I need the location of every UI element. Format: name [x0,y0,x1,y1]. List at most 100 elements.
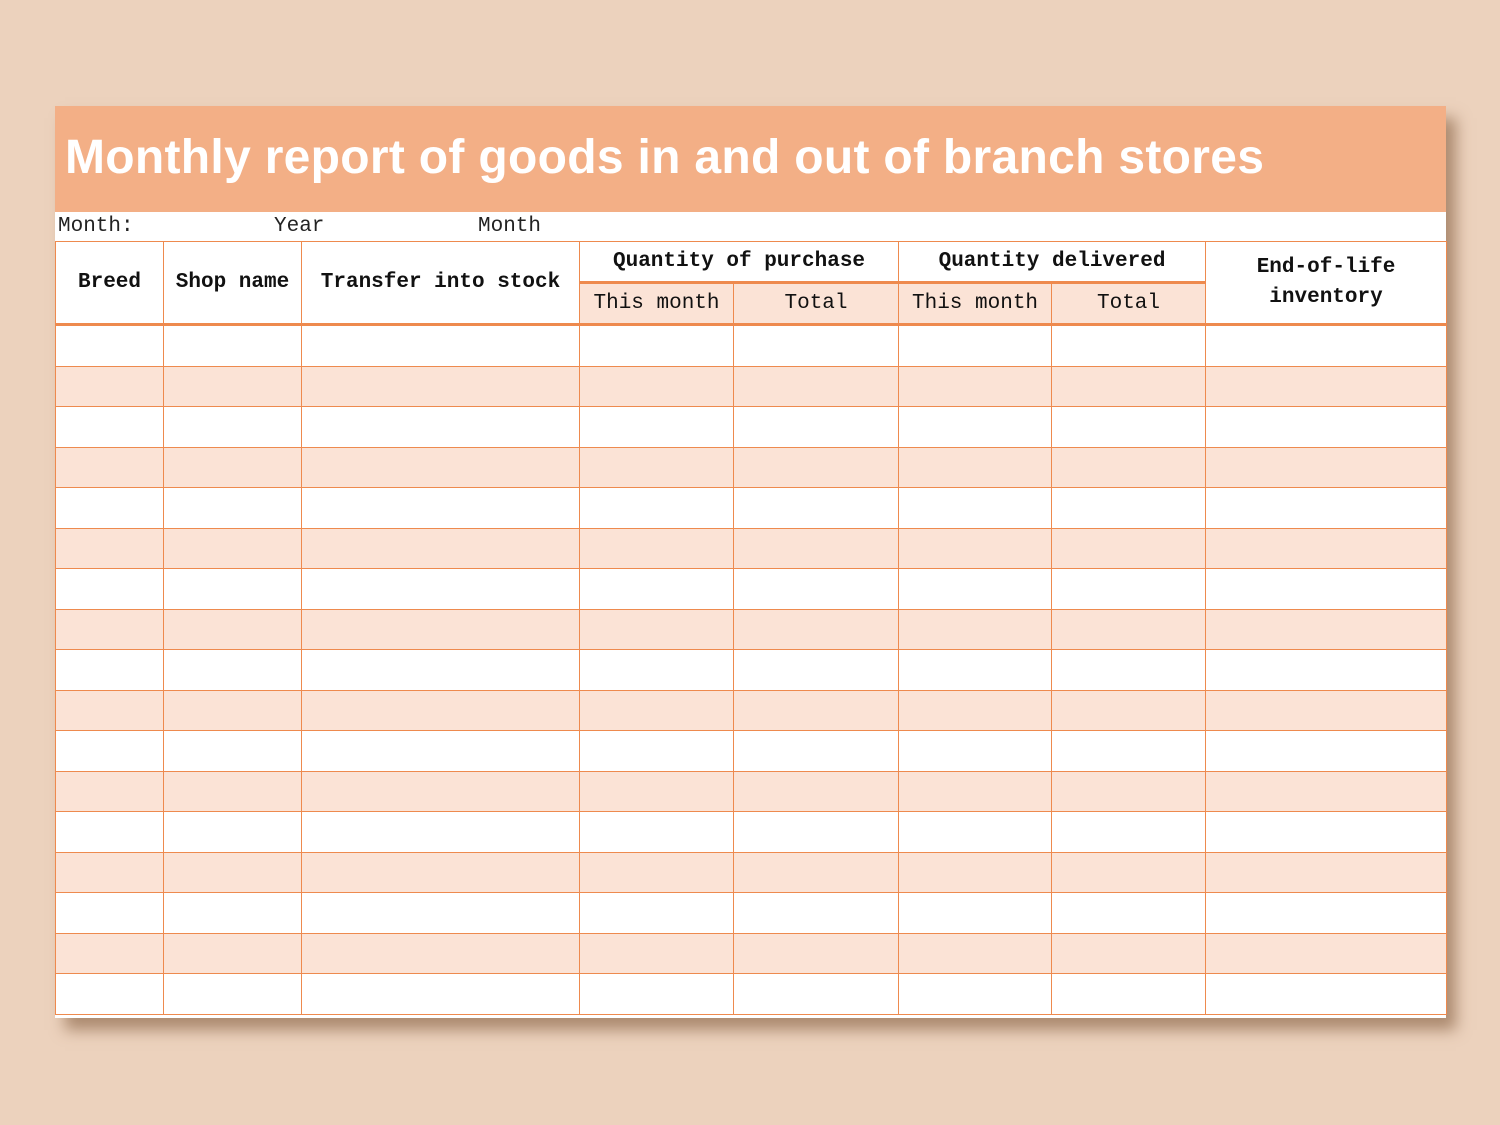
table-cell[interactable] [898,365,1053,407]
table-cell[interactable] [732,649,900,691]
table-cell[interactable] [163,446,302,488]
table-cell[interactable] [898,892,1053,934]
table-cell[interactable] [301,608,580,650]
table-cell[interactable] [301,892,580,934]
table-cell[interactable] [301,365,580,407]
year-field[interactable]: Year [274,215,324,238]
table-cell[interactable] [732,365,900,407]
table-cell[interactable] [1205,730,1448,772]
table-cell[interactable] [1051,527,1207,569]
table-cell[interactable] [579,446,734,488]
table-cell[interactable] [1205,932,1448,974]
table-cell[interactable] [1205,487,1448,529]
table-cell[interactable] [1205,446,1448,488]
table-cell[interactable] [1051,406,1207,448]
table-cell[interactable] [898,932,1053,974]
table-cell[interactable] [163,851,302,893]
table-cell[interactable] [732,487,900,529]
table-cell[interactable] [732,730,900,772]
table-cell[interactable] [732,932,900,974]
table-cell[interactable] [732,811,900,853]
table-cell[interactable] [301,324,580,367]
table-cell[interactable] [898,811,1053,853]
table-cell[interactable] [1205,973,1448,1015]
table-cell[interactable] [732,406,900,448]
table-cell[interactable] [55,932,164,974]
table-cell[interactable] [1051,811,1207,853]
table-cell[interactable] [1051,851,1207,893]
table-cell[interactable] [898,973,1053,1015]
table-cell[interactable] [579,608,734,650]
table-cell[interactable] [301,689,580,731]
table-cell[interactable] [301,851,580,893]
table-cell[interactable] [301,527,580,569]
table-cell[interactable] [579,730,734,772]
table-cell[interactable] [1051,892,1207,934]
table-cell[interactable] [55,770,164,812]
table-cell[interactable] [163,892,302,934]
table-cell[interactable] [163,568,302,610]
table-cell[interactable] [579,365,734,407]
table-cell[interactable] [55,649,164,691]
table-cell[interactable] [55,568,164,610]
table-cell[interactable] [732,689,900,731]
table-cell[interactable] [732,770,900,812]
table-cell[interactable] [55,487,164,529]
table-cell[interactable] [732,568,900,610]
table-cell[interactable] [301,568,580,610]
table-cell[interactable] [579,487,734,529]
table-cell[interactable] [301,932,580,974]
table-cell[interactable] [1205,406,1448,448]
table-cell[interactable] [732,892,900,934]
table-cell[interactable] [898,487,1053,529]
table-cell[interactable] [1205,770,1448,812]
table-cell[interactable] [1051,324,1207,367]
table-cell[interactable] [301,811,580,853]
table-cell[interactable] [163,811,302,853]
table-cell[interactable] [732,324,900,367]
table-cell[interactable] [579,892,734,934]
table-cell[interactable] [898,324,1053,367]
table-cell[interactable] [732,446,900,488]
table-cell[interactable] [1205,608,1448,650]
table-cell[interactable] [579,689,734,731]
table-cell[interactable] [1205,527,1448,569]
table-cell[interactable] [898,649,1053,691]
table-cell[interactable] [163,689,302,731]
table-cell[interactable] [898,527,1053,569]
table-cell[interactable] [163,406,302,448]
table-cell[interactable] [163,932,302,974]
table-cell[interactable] [163,770,302,812]
table-cell[interactable] [1205,568,1448,610]
table-cell[interactable] [55,446,164,488]
table-cell[interactable] [55,811,164,853]
table-cell[interactable] [898,730,1053,772]
table-cell[interactable] [898,689,1053,731]
table-cell[interactable] [163,649,302,691]
table-cell[interactable] [163,730,302,772]
table-cell[interactable] [579,324,734,367]
table-cell[interactable] [163,608,302,650]
table-cell[interactable] [55,689,164,731]
table-cell[interactable] [55,324,164,367]
table-cell[interactable] [1051,568,1207,610]
table-cell[interactable] [579,406,734,448]
table-cell[interactable] [55,406,164,448]
table-cell[interactable] [579,527,734,569]
table-cell[interactable] [1051,365,1207,407]
table-cell[interactable] [1205,892,1448,934]
table-cell[interactable] [898,608,1053,650]
table-cell[interactable] [579,568,734,610]
table-cell[interactable] [301,446,580,488]
table-cell[interactable] [1051,973,1207,1015]
table-cell[interactable] [579,973,734,1015]
table-cell[interactable] [579,770,734,812]
table-cell[interactable] [898,406,1053,448]
table-cell[interactable] [55,365,164,407]
table-cell[interactable] [898,851,1053,893]
table-cell[interactable] [301,649,580,691]
table-cell[interactable] [1205,649,1448,691]
table-cell[interactable] [1051,932,1207,974]
table-cell[interactable] [732,527,900,569]
table-cell[interactable] [55,730,164,772]
